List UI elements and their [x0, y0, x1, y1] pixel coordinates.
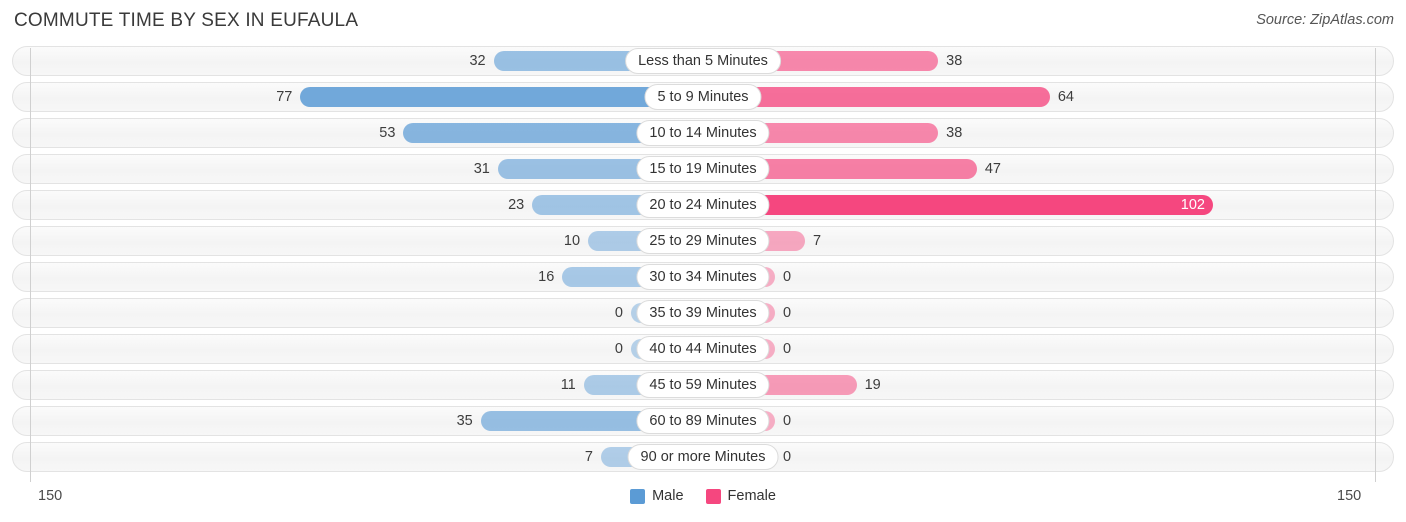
bar-row: 31 47 15 to 19 Minutes — [0, 154, 1406, 184]
bar-row: 53 38 10 to 14 Minutes — [0, 118, 1406, 148]
category-label: 5 to 9 Minutes — [644, 84, 762, 110]
value-label-female: 0 — [783, 449, 792, 465]
value-label-female: 0 — [783, 341, 792, 357]
legend-swatch-icon — [705, 488, 721, 504]
page-title: COMMUTE TIME BY SEX IN EUFAULA — [14, 10, 359, 31]
axis-line-left — [30, 48, 31, 482]
value-label-male: 7 — [584, 449, 593, 465]
bar-row: 16 0 30 to 34 Minutes — [0, 262, 1406, 292]
category-label: 35 to 39 Minutes — [636, 300, 770, 326]
bar-row: 32 38 Less than 5 Minutes — [0, 46, 1406, 76]
value-label-male: 0 — [614, 305, 623, 321]
value-label-female: 7 — [813, 233, 822, 249]
chart-header: COMMUTE TIME BY SEX IN EUFAULA Source: Z… — [0, 0, 1406, 44]
legend-label: Male — [652, 488, 684, 504]
value-label-female: 0 — [783, 305, 792, 321]
category-label: 90 or more Minutes — [627, 444, 779, 470]
legend-item[interactable]: Female — [705, 488, 776, 504]
value-label-male: 16 — [538, 269, 555, 285]
value-label-male: 53 — [379, 125, 396, 141]
value-label-male: 11 — [560, 377, 576, 393]
bar-row: 35 0 60 to 89 Minutes — [0, 406, 1406, 436]
category-label: 25 to 29 Minutes — [636, 228, 770, 254]
chart-container: COMMUTE TIME BY SEX IN EUFAULA Source: Z… — [0, 0, 1406, 522]
value-label-female: 38 — [946, 125, 963, 141]
source-attribution: Source: ZipAtlas.com — [1256, 12, 1394, 28]
chart-legend: Male Female — [0, 488, 1406, 504]
bar-rows: 32 38 Less than 5 Minutes 77 64 5 to 9 Minute… — [0, 46, 1406, 478]
category-label: 30 to 34 Minutes — [636, 264, 770, 290]
bar-row: 77 64 5 to 9 Minutes — [0, 82, 1406, 112]
value-label-male: 23 — [508, 197, 525, 213]
bar-male — [300, 87, 703, 107]
category-label: 45 to 59 Minutes — [636, 372, 770, 398]
category-label: Less than 5 Minutes — [625, 48, 781, 74]
chart-footer: 150 150 Male Female — [0, 484, 1406, 522]
value-label-female: 64 — [1057, 89, 1074, 105]
plot-area: 32 38 Less than 5 Minutes 77 64 5 to 9 Minute… — [0, 46, 1406, 482]
bar-row: 7 0 90 or more Minutes — [0, 442, 1406, 472]
bar-row: 0 0 40 to 44 Minutes — [0, 334, 1406, 364]
value-label-male: 0 — [614, 341, 623, 357]
bar-row: 10 7 25 to 29 Minutes — [0, 226, 1406, 256]
bar-row: 11 19 45 to 59 Minutes — [0, 370, 1406, 400]
value-label-female: 38 — [946, 53, 963, 69]
category-label: 60 to 89 Minutes — [636, 408, 770, 434]
category-label: 10 to 14 Minutes — [636, 120, 770, 146]
value-label-female: 0 — [783, 269, 792, 285]
category-label: 15 to 19 Minutes — [636, 156, 770, 182]
value-label-male: 35 — [456, 413, 473, 429]
value-label-female: 19 — [864, 377, 881, 393]
value-label-male: 31 — [473, 161, 490, 177]
value-label-female: 0 — [783, 413, 792, 429]
bar-row: 23 102 20 to 24 Minutes — [0, 190, 1406, 220]
value-label-male: 10 — [563, 233, 581, 249]
legend-item[interactable]: Male — [630, 488, 684, 504]
bar-row: 0 0 35 to 39 Minutes — [0, 298, 1406, 328]
legend-label: Female — [727, 488, 776, 504]
value-label-female: 102 — [1180, 197, 1205, 213]
axis-line-right — [1375, 48, 1376, 482]
bar-female — [703, 195, 1213, 215]
value-label-female: 47 — [984, 161, 1001, 177]
category-label: 40 to 44 Minutes — [636, 336, 770, 362]
value-label-male: 32 — [469, 53, 486, 69]
category-label: 20 to 24 Minutes — [636, 192, 770, 218]
value-label-male: 77 — [276, 89, 293, 105]
legend-swatch-icon — [630, 488, 646, 504]
